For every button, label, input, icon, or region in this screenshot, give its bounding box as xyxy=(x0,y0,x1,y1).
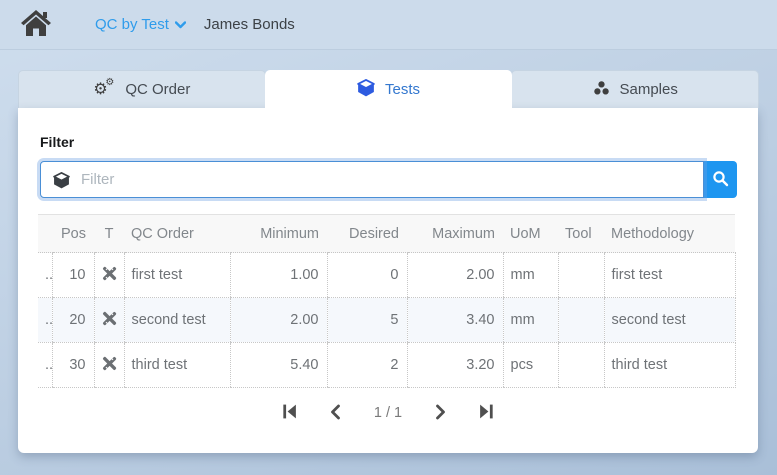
chevron-down-icon xyxy=(175,16,186,33)
cell-methodology: first test xyxy=(604,253,735,298)
col-minimum: Minimum xyxy=(230,215,327,253)
tab-tests-label: Tests xyxy=(385,81,420,98)
skip-last-icon xyxy=(478,403,495,423)
table-row[interactable]: ... 20 second test 2.00 5 3.40 mm second… xyxy=(38,298,735,343)
row-expander[interactable]: ... xyxy=(38,253,52,298)
cell-minimum: 1.00 xyxy=(230,253,327,298)
cell-uom: pcs xyxy=(503,343,558,388)
cell-uom: mm xyxy=(503,298,558,343)
pencil-ruler-icon xyxy=(102,269,117,285)
cell-pos: 10 xyxy=(52,253,94,298)
cell-type xyxy=(94,253,124,298)
cell-methodology: second test xyxy=(604,298,735,343)
cell-type xyxy=(94,298,124,343)
pencil-ruler-icon xyxy=(102,314,117,330)
col-desired: Desired xyxy=(327,215,407,253)
chevron-left-icon xyxy=(328,404,343,423)
pagination: 1 / 1 xyxy=(18,400,758,426)
filter-input[interactable] xyxy=(41,162,703,197)
prev-page-button[interactable] xyxy=(326,402,345,425)
cell-tool xyxy=(558,253,604,298)
tests-table: Pos T QC Order Minimum Desired Maximum U… xyxy=(38,214,736,388)
cell-desired: 5 xyxy=(327,298,407,343)
cube-icon xyxy=(357,79,375,101)
row-expander[interactable]: ... xyxy=(38,343,52,388)
cell-qc-order: third test xyxy=(124,343,230,388)
cube-icon xyxy=(53,172,70,194)
tab-qc-order[interactable]: ⚙⚙ QC Order xyxy=(18,70,266,108)
col-tool: Tool xyxy=(558,215,604,253)
cell-pos: 30 xyxy=(52,343,94,388)
cell-desired: 0 xyxy=(327,253,407,298)
col-uom: UoM xyxy=(503,215,558,253)
cell-pos: 20 xyxy=(52,298,94,343)
user-name: James Bonds xyxy=(204,16,295,33)
tab-samples-label: Samples xyxy=(620,81,678,98)
table-row[interactable]: ... 10 first test 1.00 0 2.00 mm first t… xyxy=(38,253,735,298)
cell-tool xyxy=(558,298,604,343)
search-button[interactable] xyxy=(704,161,737,198)
search-icon xyxy=(712,170,729,190)
table-row[interactable]: ... 30 third test 5.40 2 3.20 pcs third … xyxy=(38,343,735,388)
cell-maximum: 2.00 xyxy=(407,253,503,298)
home-icon xyxy=(20,9,52,41)
skip-first-icon xyxy=(281,403,298,423)
cell-desired: 2 xyxy=(327,343,407,388)
cell-maximum: 3.40 xyxy=(407,298,503,343)
first-page-button[interactable] xyxy=(279,401,300,425)
col-qc-order: QC Order xyxy=(124,215,230,253)
page-indicator: 1 / 1 xyxy=(371,405,405,421)
home-button[interactable] xyxy=(20,9,52,41)
cell-uom: mm xyxy=(503,253,558,298)
table-header-row: Pos T QC Order Minimum Desired Maximum U… xyxy=(38,215,735,253)
col-methodology: Methodology xyxy=(604,215,735,253)
filter-input-group xyxy=(40,161,737,198)
row-expander[interactable]: ... xyxy=(38,298,52,343)
col-pos: Pos xyxy=(52,215,94,253)
cell-tool xyxy=(558,343,604,388)
cell-type xyxy=(94,343,124,388)
tab-bar: ⚙⚙ QC Order Tests Samples xyxy=(18,70,758,108)
col-type: T xyxy=(94,215,124,253)
topbar: QC by Test James Bonds xyxy=(0,0,777,50)
cell-minimum: 2.00 xyxy=(230,298,327,343)
cell-maximum: 3.20 xyxy=(407,343,503,388)
filter-label: Filter xyxy=(40,134,74,150)
pencil-ruler-icon xyxy=(102,359,117,375)
cell-qc-order: second test xyxy=(124,298,230,343)
cell-methodology: third test xyxy=(604,343,735,388)
chevron-right-icon xyxy=(433,404,448,423)
nav-dropdown-label: QC by Test xyxy=(95,16,169,33)
molecule-icon xyxy=(593,80,610,100)
last-page-button[interactable] xyxy=(476,401,497,425)
tests-panel: Filter xyxy=(18,108,758,453)
tab-samples[interactable]: Samples xyxy=(511,70,759,108)
gears-icon: ⚙⚙ xyxy=(93,80,115,100)
tab-tests[interactable]: Tests xyxy=(265,70,513,108)
tab-qc-order-label: QC Order xyxy=(125,81,190,98)
next-page-button[interactable] xyxy=(431,402,450,425)
cell-qc-order: first test xyxy=(124,253,230,298)
filter-input-wrap xyxy=(40,161,704,198)
col-maximum: Maximum xyxy=(407,215,503,253)
col-expander xyxy=(38,215,52,253)
nav-dropdown[interactable]: QC by Test xyxy=(95,16,186,33)
cell-minimum: 5.40 xyxy=(230,343,327,388)
